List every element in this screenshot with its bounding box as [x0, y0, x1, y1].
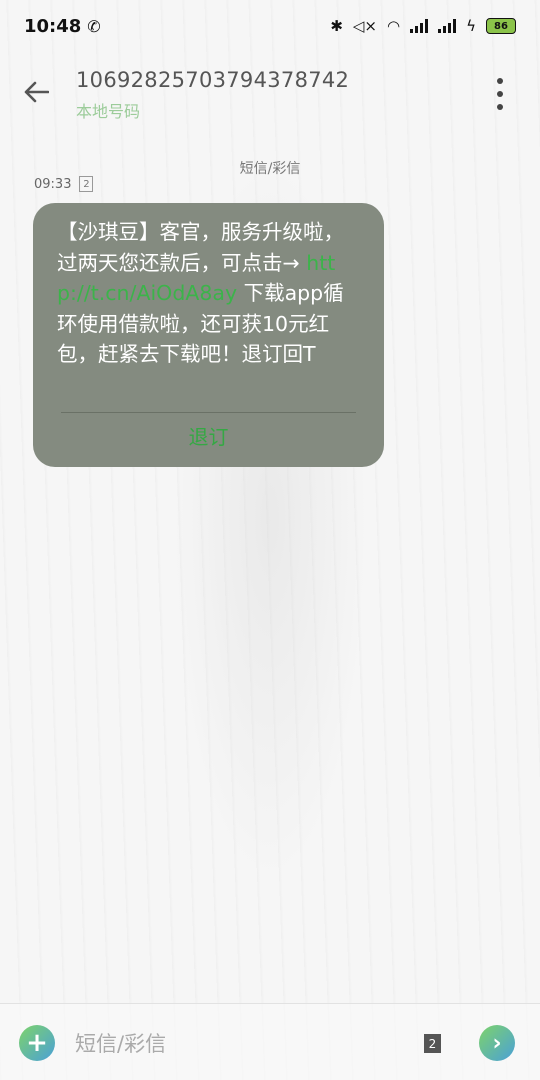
message-input[interactable] — [75, 1026, 395, 1062]
status-bar: 10:48 ✆ ✱ ◁× ◠ ϟ 86 — [0, 0, 540, 52]
mute-icon: ◁× — [352, 17, 377, 35]
compose-bar: + 2 › — [0, 1003, 540, 1080]
unsubscribe-button[interactable]: 退订 — [33, 421, 384, 450]
more-options-icon[interactable] — [492, 78, 508, 110]
battery-icon: 86 — [486, 18, 516, 34]
status-icons: ✱ ◁× ◠ ϟ 86 — [330, 17, 516, 35]
message-bubble[interactable]: 【沙琪豆】客官，服务升级啦，过两天您还款后，可点击→ http://t.cn/A… — [33, 203, 384, 467]
message-time: 09:33 — [34, 176, 72, 192]
message-text: 【沙琪豆】客官，服务升级啦，过两天您还款后，可点击→ http://t.cn/A… — [57, 217, 360, 370]
contact-number: 10692825703794378742 — [76, 68, 350, 92]
sim-card-icon: 2 — [79, 176, 94, 192]
conversation-header: 10692825703794378742 本地号码 — [0, 60, 540, 130]
signal-4g-icon — [438, 19, 457, 33]
phone-call-icon: ✆ — [87, 16, 101, 36]
channel-label: 短信/彩信 — [239, 161, 301, 177]
signal-icon — [410, 19, 429, 33]
back-arrow-icon[interactable] — [18, 74, 54, 110]
sim-select-icon[interactable]: 2 — [424, 1034, 441, 1053]
bluetooth-icon: ✱ — [330, 17, 343, 35]
send-button[interactable]: › — [479, 1025, 515, 1061]
add-attachment-button[interactable]: + — [19, 1025, 55, 1061]
contact-subtitle: 本地号码 — [76, 102, 141, 121]
message-text-before-link: 【沙琪豆】客官，服务升级啦，过两天您还款后，可点击→ — [57, 220, 344, 275]
message-meta: 09:33 2 — [34, 176, 94, 192]
bubble-divider — [61, 412, 356, 413]
wifi-icon: ◠ — [387, 17, 401, 35]
status-time: 10:48 — [24, 15, 82, 37]
charging-icon: ϟ — [466, 17, 476, 35]
